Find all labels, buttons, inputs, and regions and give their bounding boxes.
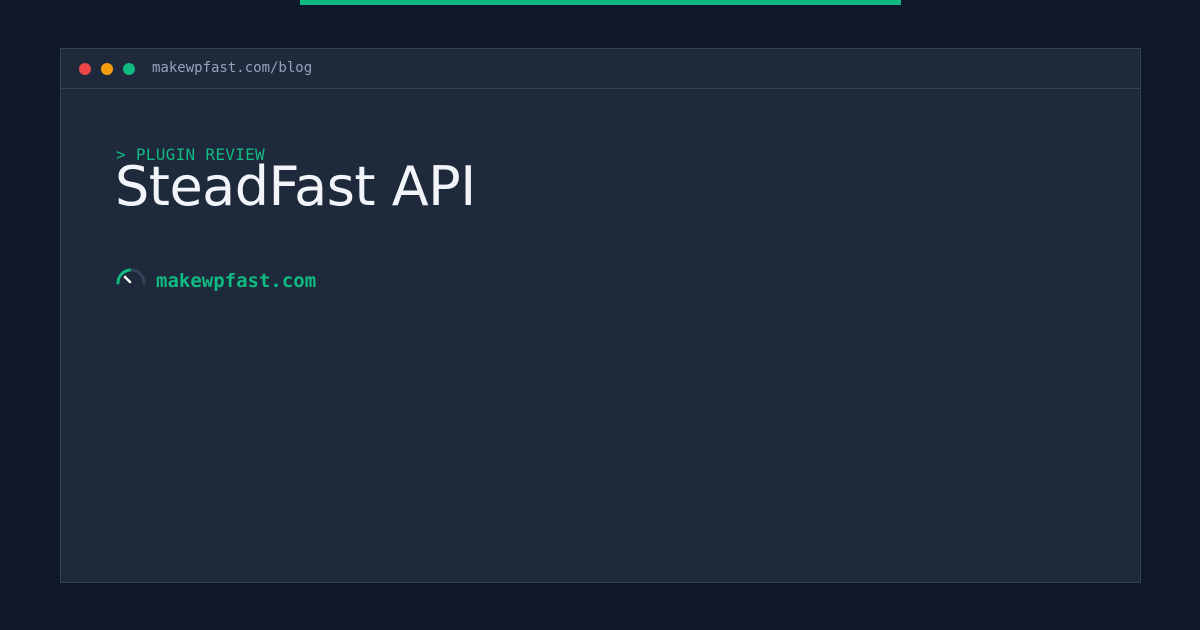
browser-window: makewpfast.com/blog > PLUGIN REVIEW Stea… [60,48,1141,583]
url-text: makewpfast.com/blog [152,60,313,76]
top-accent-bar [300,0,901,5]
post-title: SteadFast API [115,155,476,218]
speedometer-icon [115,267,147,293]
zoom-dot[interactable] [123,63,135,75]
minimize-dot[interactable] [101,63,113,75]
close-dot[interactable] [79,63,91,75]
brand-name[interactable]: makewpfast.com [156,268,316,294]
window-titlebar: makewpfast.com/blog [61,49,1140,89]
